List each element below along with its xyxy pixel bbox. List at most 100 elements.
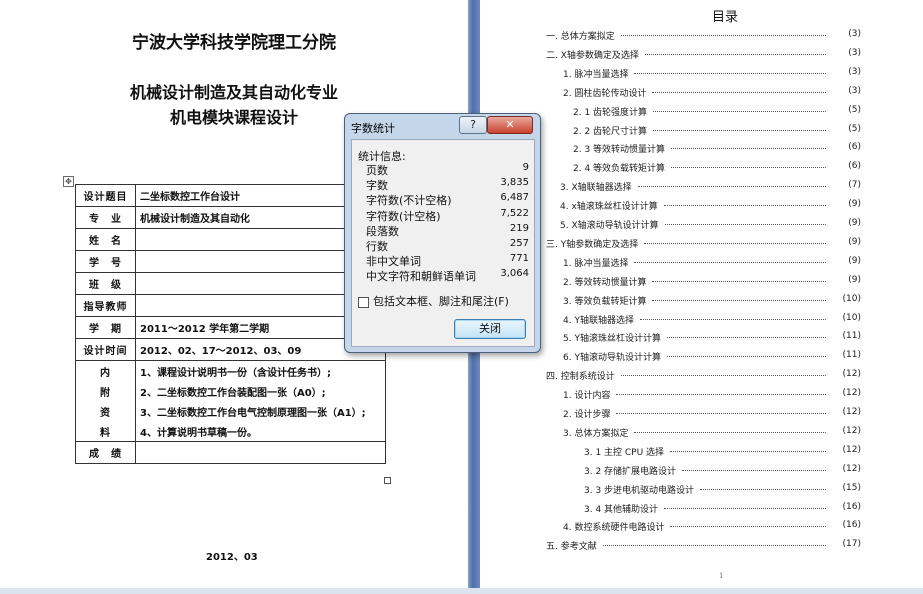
stat-name: 页数 [366, 164, 388, 177]
toc-leader-dots [652, 280, 826, 282]
stat-value: 9 [522, 162, 529, 173]
include-textbox-option[interactable]: 包括文本框、脚注和尾注(F) [358, 293, 509, 309]
toc-leader-dots [640, 318, 826, 320]
include-textbox-checkbox[interactable] [358, 296, 369, 308]
toc-entry[interactable]: 4. 数控系统硬件电路设计 (16) [0, 520, 923, 534]
toc-leader-dots [638, 186, 826, 188]
toc-entry-page: (6) [848, 161, 861, 172]
stat-row: 页数 9 [366, 162, 529, 177]
toc-leader-dots [664, 205, 826, 207]
toc-leader-dots [700, 488, 826, 490]
stat-name: 非中文单词 [366, 255, 421, 269]
toc-entry-page: (9) [848, 199, 861, 210]
toc-entry[interactable]: 1. 设计内容 (12) [0, 388, 923, 402]
stat-row: 段落数 219 [366, 223, 529, 238]
toc-entry-label: 3. 总体方案拟定 [563, 428, 629, 439]
toc-entry-page: (12) [842, 444, 861, 455]
toc-entry[interactable]: 3. 2 存储扩展电路设计 (12) [0, 464, 923, 478]
toc-entry-label: 2. 3 等效转动惯量计算 [573, 145, 666, 156]
toc-leader-dots [603, 545, 826, 547]
stat-name: 字符数(计空格) [366, 209, 441, 223]
toc-entry-label: 3. 3 步进电机驱动电路设计 [584, 485, 695, 496]
toc-entry-label: 2. 设计步骤 [563, 410, 611, 420]
word-count-dialog: 字数统计 ? ✕ 统计信息: 页数 9 字数 3,835 字符数(不计空格) 6,487 字… [344, 113, 541, 353]
toc-entry[interactable]: 3. 总体方案拟定 (12) [0, 426, 923, 440]
toc-entry[interactable]: 2. 圆柱齿轮传动设计 (3) [0, 86, 923, 100]
toc-entry-label: 3. 1 主控 CPU 选择 [584, 447, 665, 458]
close-icon[interactable]: ✕ [487, 116, 533, 134]
toc-entry[interactable]: 3. 4 其他辅助设计 (16) [0, 502, 923, 516]
toc-entry-page: (5) [848, 104, 861, 115]
toc-entry-page: (15) [842, 482, 861, 493]
stat-value: 3,064 [500, 268, 529, 280]
stat-name: 中文字符和朝鲜语单词 [366, 270, 476, 284]
toc-leader-dots [621, 375, 826, 377]
toc-leader-dots [665, 224, 826, 225]
toc-leader-dots [616, 394, 826, 396]
include-textbox-label: 包括文本框、脚注和尾注(F) [373, 295, 509, 308]
toc-entry-label: 3. 4 其他辅助设计 [584, 504, 659, 515]
toc-entry[interactable]: 2. 设计步骤 (12) [0, 407, 923, 421]
toc-entry-label: 2. 等效转动惯量计算 [563, 277, 647, 288]
stat-row: 字符数(计空格) 7,522 [366, 208, 529, 223]
stat-row: 字数 3,835 [366, 177, 529, 192]
stat-name: 字数 [366, 179, 388, 193]
toc-entry-label: 三. Y轴参数确定及选择 [546, 239, 639, 250]
toc-entry-page: (10) [842, 293, 861, 304]
toc-entry-page: (5) [848, 123, 861, 134]
toc-entry-page: (9) [848, 236, 861, 247]
toc-entry[interactable]: 3. 3 步进电机驱动电路设计 (15) [0, 483, 923, 497]
toc-leader-dots [670, 526, 826, 528]
help-button[interactable]: ? [459, 116, 487, 134]
stat-name: 段落数 [366, 224, 399, 238]
toc-entry[interactable]: 五. 参考文献 (17) [0, 539, 923, 553]
toc-entry-page: (11) [842, 331, 861, 342]
toc-title: 目录 [712, 10, 739, 25]
page-footer-mark: 1 [719, 572, 724, 580]
toc-entry-label: 2. 2 齿轮尺寸计算 [573, 126, 648, 137]
stat-name: 行数 [366, 240, 388, 253]
toc-entry[interactable]: 3. 1 主控 CPU 选择 (12) [0, 445, 923, 459]
toc-leader-dots [652, 91, 826, 93]
toc-leader-dots [634, 72, 826, 74]
close-dialog-button[interactable]: 关闭 [454, 319, 526, 339]
toc-entry-page: (10) [842, 312, 861, 323]
toc-leader-dots [645, 53, 826, 55]
toc-leader-dots [652, 299, 826, 301]
toc-leader-dots [667, 337, 826, 339]
toc-leader-dots [670, 450, 826, 452]
toc-leader-dots [616, 413, 826, 414]
toc-leader-dots [634, 431, 826, 433]
toc-entry-label: 2. 1 齿轮强度计算 [573, 107, 648, 118]
toc-entry-label: 4. Y轴联轴器选择 [563, 315, 634, 326]
stat-row: 行数 257 [366, 238, 529, 253]
toc-leader-dots [653, 129, 826, 131]
toc-entry-label: 5. Y轴滚珠丝杠设计计算 [563, 334, 661, 345]
toc-entry[interactable]: 四. 控制系统设计 (12) [0, 369, 923, 383]
toc-entry-label: 3. 2 存储扩展电路设计 [584, 466, 677, 477]
toc-entry-page: (16) [842, 501, 861, 512]
toc-entry-label: 6. Y轴滚动导轨设计计算 [563, 353, 661, 364]
toc-entry-page: (17) [842, 539, 861, 550]
toc-entry-label: 2. 4 等效负载转矩计算 [573, 164, 666, 175]
toc-entry-page: (6) [848, 142, 861, 153]
toc-entry-label: 1. 脉冲当量选择 [563, 69, 629, 80]
stat-value: 7,522 [500, 207, 529, 219]
toc-entry-page: (12) [842, 425, 861, 436]
toc-entry-page: (3) [848, 85, 861, 96]
toc-entry-label: 2. 圆柱齿轮传动设计 [563, 88, 647, 99]
toc-entry-page: (12) [842, 388, 861, 399]
toc-entry[interactable]: 1. 脉冲当量选择 (3) [0, 67, 923, 81]
toc-leader-dots [634, 261, 826, 263]
toc-entry-label: 5. X轴滚动导轨设计计算 [560, 221, 659, 231]
toc-entry[interactable]: 二. X轴参数确定及选择 (3) [0, 48, 923, 62]
toc-entry[interactable]: 一. 总体方案拟定 (3) [0, 29, 923, 43]
toc-entry-label: 四. 控制系统设计 [546, 372, 615, 383]
toc-leader-dots [671, 148, 826, 150]
toc-leader-dots [682, 469, 826, 471]
toc-entry-page: (9) [848, 274, 861, 285]
toc-leader-dots [621, 35, 826, 36]
toc-entry-page: (11) [842, 350, 861, 361]
stat-value: 6,487 [500, 192, 529, 204]
toc-leader-dots [667, 356, 826, 358]
